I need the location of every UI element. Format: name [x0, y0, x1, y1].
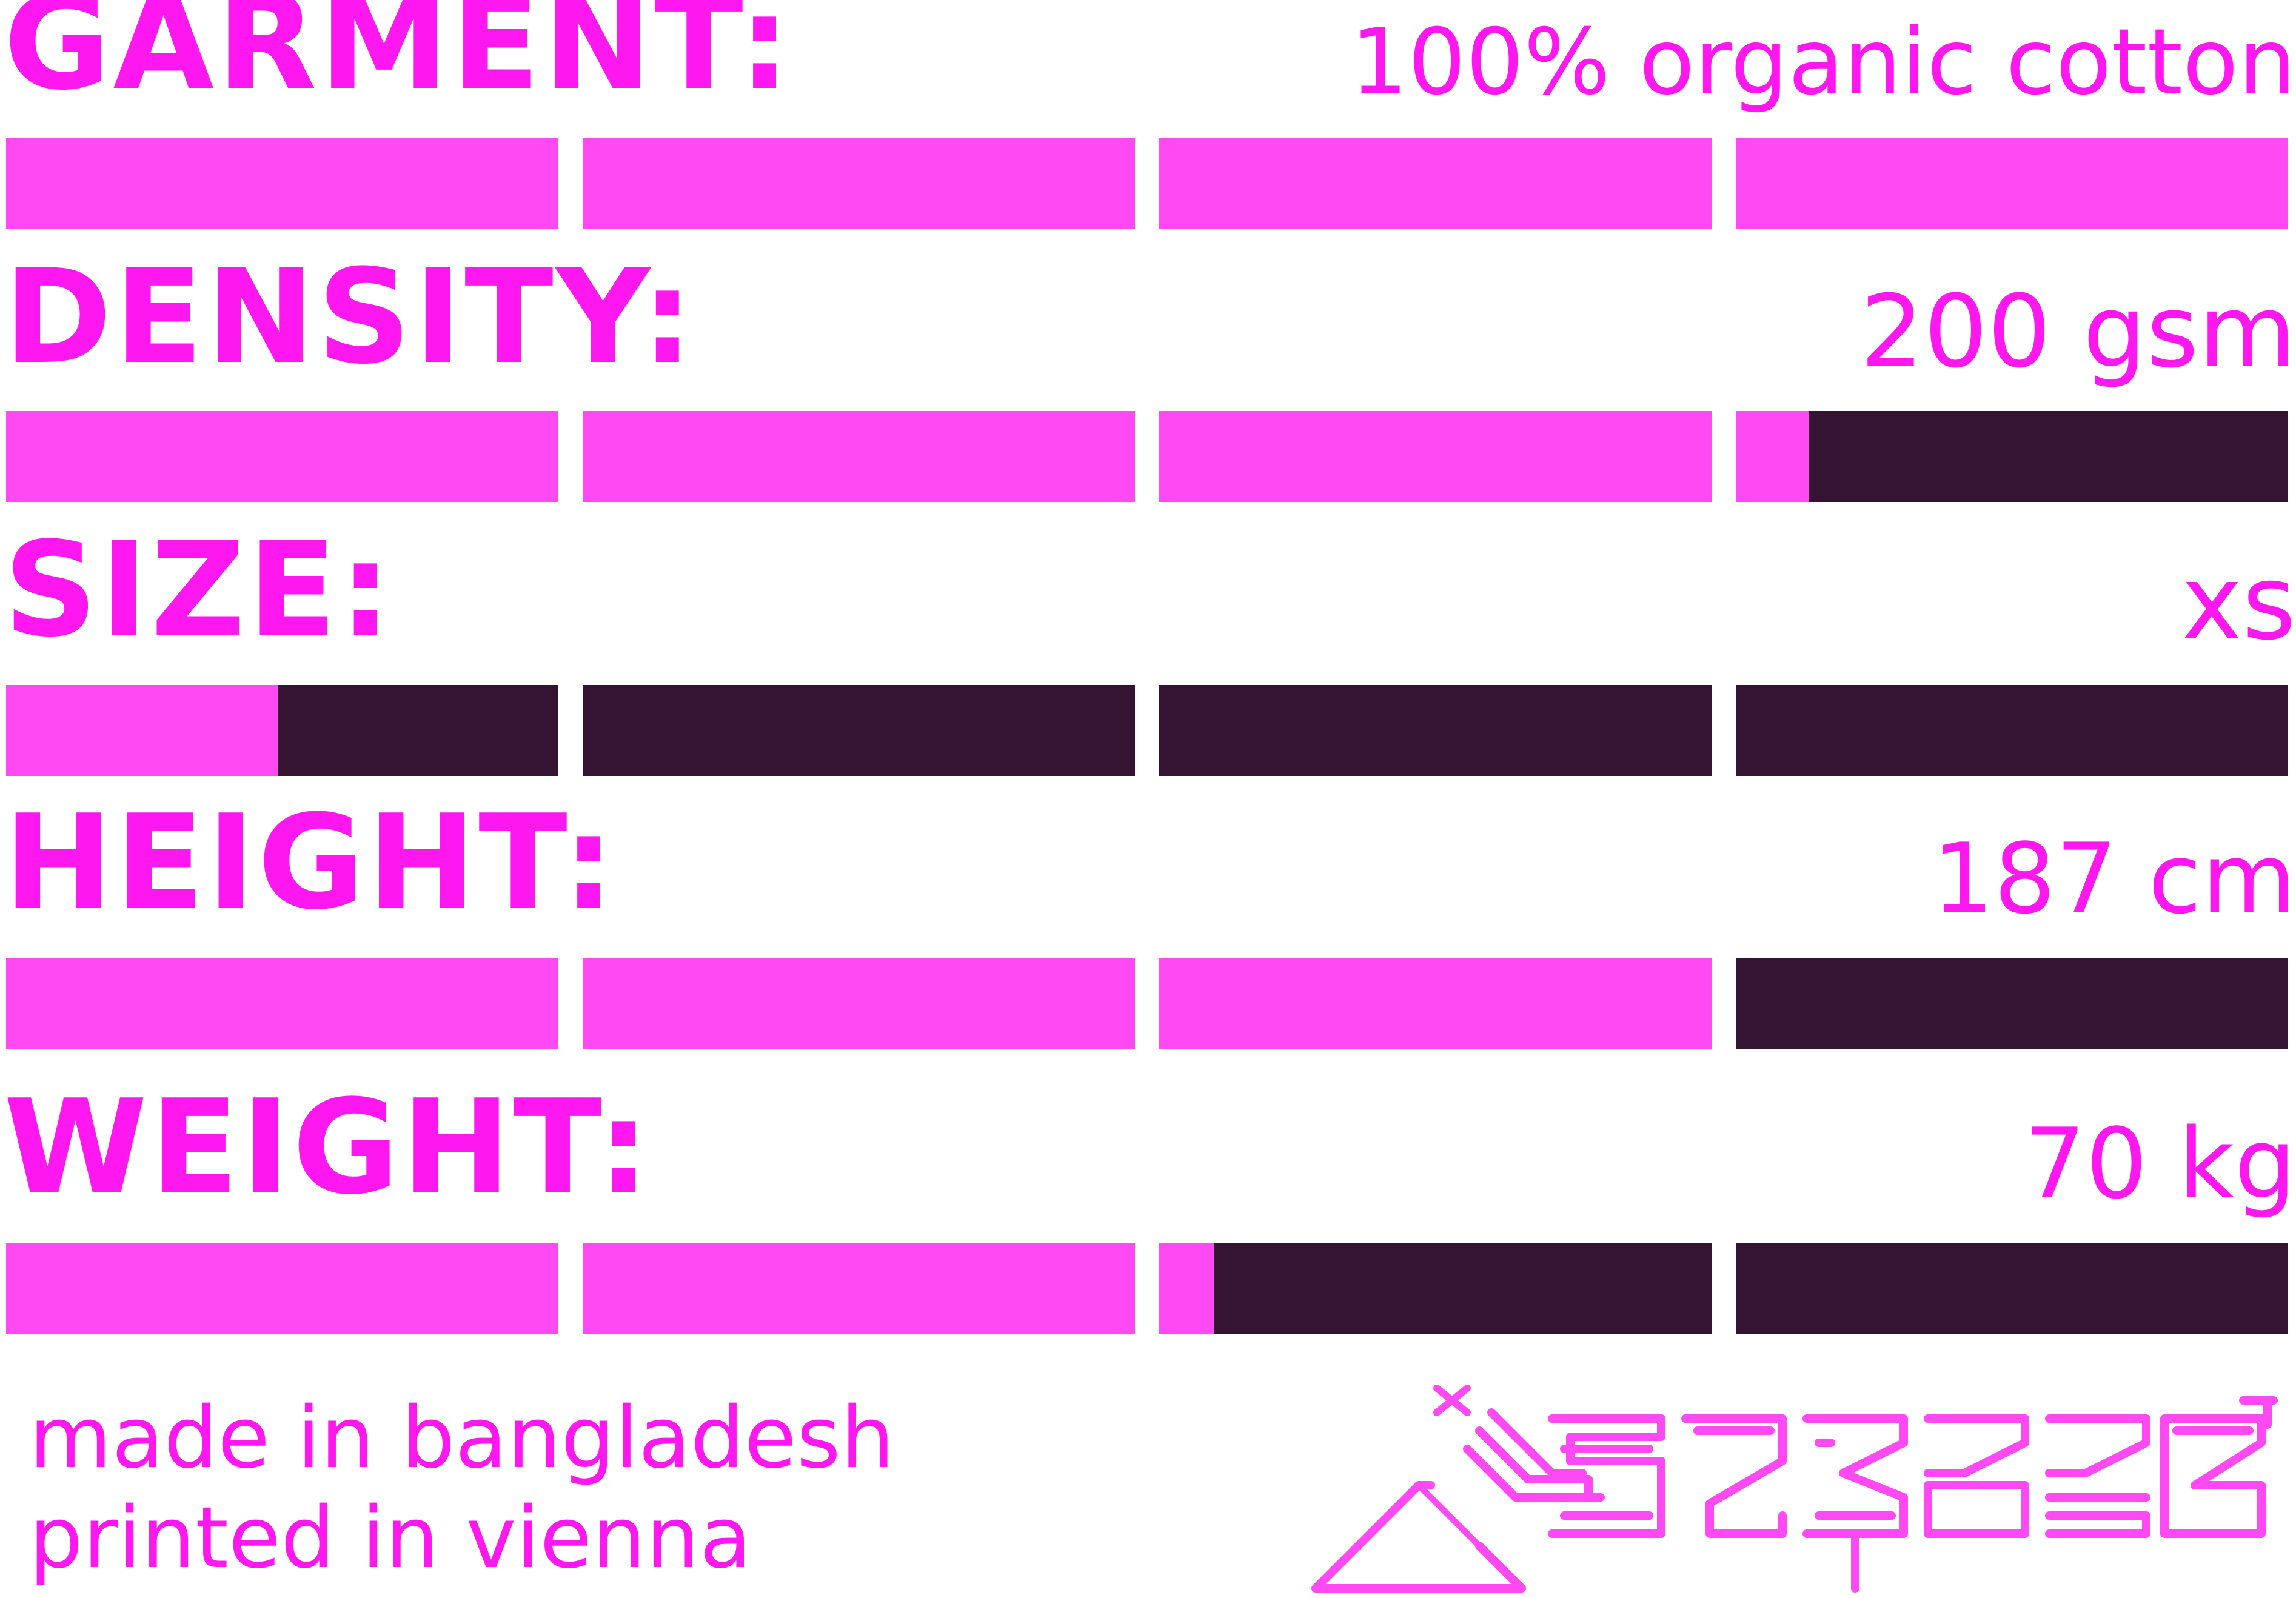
weight-row-header: WEIGHT: 70 kg: [0, 1082, 2296, 1220]
density-bar-segment: [6, 411, 558, 502]
height-bar-segment: [1159, 958, 1712, 1049]
density-bar-fill: [1159, 411, 1712, 502]
footer-text: made in bangladesh printed in vienna: [29, 1388, 894, 1588]
height-row-header: HEIGHT: 187 cm: [0, 797, 2296, 935]
size-row-header: SIZE: xs: [0, 524, 2296, 663]
size-bar-segment: [1159, 685, 1712, 776]
garment-bar-fill: [1736, 138, 2288, 229]
height-bar-fill: [1159, 958, 1712, 1049]
garment-row-header: GARMENT: 100% organic cotton: [0, 0, 2296, 115]
size-value: xs: [2181, 543, 2296, 663]
height-bar-fill: [6, 958, 558, 1049]
density-bar-fill: [1736, 411, 1809, 502]
garment-bar-segment: [1736, 138, 2288, 229]
density-row-header: DENSITY: 200 gsm: [0, 252, 2296, 390]
density-bar: [6, 411, 2288, 502]
garment-bar-fill: [583, 138, 1135, 229]
weight-bar-segment: [1736, 1243, 2288, 1334]
garment-bar-segment: [1159, 138, 1712, 229]
garment-bar-fill: [6, 138, 558, 229]
weight-bar: [6, 1243, 2288, 1334]
height-bar-segment: [1736, 958, 2288, 1049]
garment-bar-segment: [6, 138, 558, 229]
weight-label: WEIGHT:: [4, 1071, 652, 1223]
density-value: 200 gsm: [1860, 273, 2296, 390]
size-bar-segment: [583, 685, 1135, 776]
size-bar-segment: [1736, 685, 2288, 776]
size-bar-segment: [6, 685, 558, 776]
brand-logo: [1311, 1385, 2278, 1593]
density-bar-segment: [1736, 411, 2288, 502]
size-bar-fill: [6, 685, 278, 776]
size-bar: [6, 685, 2288, 776]
density-bar-segment: [583, 411, 1135, 502]
garment-value: 100% organic cotton: [1350, 10, 2296, 115]
height-bar-fill: [583, 958, 1135, 1049]
height-bar: [6, 958, 2288, 1049]
printed-in-text: printed in vienna: [29, 1489, 752, 1588]
weight-bar-fill: [583, 1243, 1135, 1334]
weight-bar-segment: [1159, 1243, 1712, 1334]
height-bar-segment: [6, 958, 558, 1049]
height-label: HEIGHT:: [4, 786, 618, 938]
height-value: 187 cm: [1932, 822, 2296, 935]
weight-bar-segment: [583, 1243, 1135, 1334]
weight-bar-fill: [6, 1243, 558, 1334]
density-label: DENSITY:: [4, 241, 696, 393]
garment-label: GARMENT:: [4, 0, 794, 119]
weight-value: 70 kg: [2024, 1107, 2296, 1220]
weight-bar-segment: [6, 1243, 558, 1334]
garment-bar-fill: [1159, 138, 1712, 229]
height-bar-segment: [583, 958, 1135, 1049]
weight-bar-fill: [1159, 1243, 1215, 1334]
density-bar-segment: [1159, 411, 1712, 502]
density-bar-fill: [6, 411, 558, 502]
density-bar-fill: [583, 411, 1135, 502]
made-in-text: made in bangladesh: [29, 1389, 895, 1488]
garment-bar-segment: [583, 138, 1135, 229]
size-label: SIZE:: [4, 513, 394, 666]
garment-bar: [6, 138, 2288, 229]
